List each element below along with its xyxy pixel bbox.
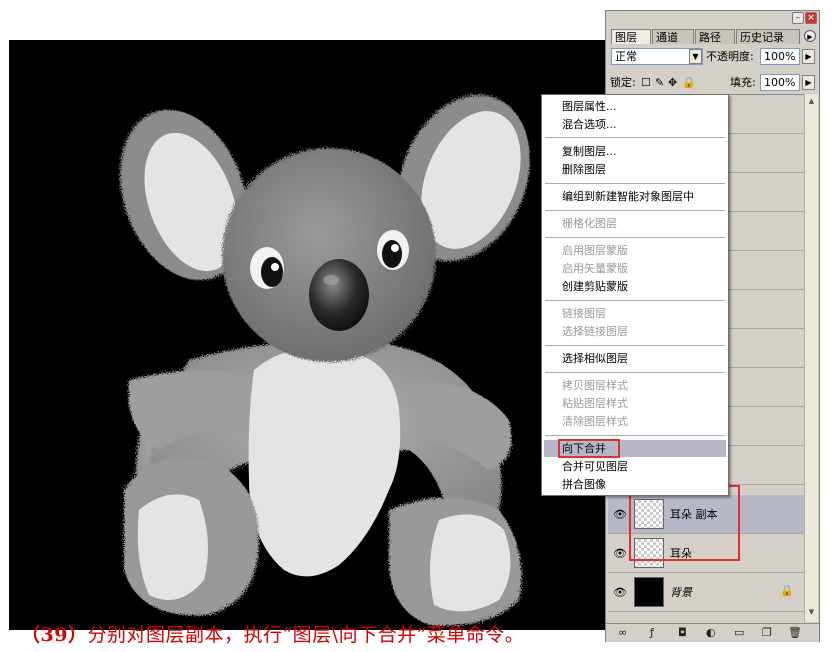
menu-item-duplicate-layer[interactable]: 复制图层... — [544, 143, 726, 160]
lock-all-icon[interactable]: 🔒 — [682, 74, 696, 91]
lock-row: 锁定: ☐ ✎ ✥ 🔒 填充: 100% ▶ — [606, 73, 819, 95]
menu-item-blending-options[interactable]: 混合选项... — [544, 116, 726, 133]
close-icon[interactable]: × — [805, 12, 817, 24]
fill-arrow-icon[interactable]: ▶ — [802, 75, 815, 90]
menu-item-paste-layer-style: 粘贴图层样式 — [562, 397, 628, 410]
menu-item-delete-layer[interactable]: 删除图层 — [544, 161, 726, 178]
koala-head — [222, 148, 436, 362]
delete-layer-icon[interactable]: 🗑 — [788, 626, 802, 639]
add-mask-icon[interactable]: ◘ — [678, 626, 687, 639]
menu-separator — [545, 435, 725, 436]
menu-separator — [545, 210, 725, 211]
new-group-icon[interactable]: ▭ — [734, 626, 744, 639]
visibility-eye-icon[interactable]: 👁 — [613, 547, 627, 560]
menu-separator — [545, 300, 725, 301]
tab-history[interactable]: 历史记录 — [736, 29, 800, 44]
menu-item-group-into-smart-object[interactable]: 编组到新建智能对象图层中 — [544, 188, 726, 205]
menu-item-flatten-image[interactable]: 拼合图像 — [544, 476, 726, 493]
minimize-icon[interactable]: – — [792, 12, 804, 24]
fill-label: 填充: — [730, 76, 756, 89]
blend-row: 正常 ▼ 不透明度: 100% ▶ — [606, 47, 819, 69]
layer-style-icon[interactable]: ƒ — [650, 626, 654, 639]
caption-step: （39） — [21, 624, 88, 646]
menu-separator — [545, 137, 725, 138]
koala-body — [124, 340, 522, 626]
menu-item-merge-visible[interactable]: 合并可见图层 — [544, 458, 726, 475]
layers-highlight-box — [629, 485, 740, 561]
lock-label: 锁定: — [610, 76, 636, 89]
menu-item-link-layers: 链接图层 — [562, 307, 606, 320]
panel-tabs: 图层 通道 路径 历史记录 ▶ — [608, 29, 819, 45]
layer-name: 背景 — [670, 586, 692, 599]
lock-move-icon[interactable]: ✥ — [668, 74, 677, 91]
opacity-arrow-icon[interactable]: ▶ — [802, 49, 815, 64]
layer-lock-icon: 🔒 — [780, 584, 794, 597]
menu-item-enable-layer-mask: 启用图层蒙版 — [562, 244, 628, 257]
tab-paths[interactable]: 路径 — [695, 29, 735, 44]
opacity-field[interactable]: 100% — [760, 48, 800, 65]
merge-down-highlight-box — [558, 439, 620, 458]
menu-separator — [545, 237, 725, 238]
fill-field[interactable]: 100% — [760, 74, 800, 91]
menu-item-create-clipping-mask[interactable]: 创建剪贴蒙版 — [544, 278, 726, 295]
menu-item-clear-layer-style: 清除图层样式 — [562, 415, 628, 428]
link-layers-icon[interactable]: ∞ — [618, 626, 627, 639]
panel-bottom-bar: ∞ ƒ ◘ ◐ ▭ ❐ 🗑 — [606, 623, 819, 642]
panel-titlebar[interactable]: – × — [606, 11, 819, 27]
menu-item-select-similar-layers[interactable]: 选择相似图层 — [544, 350, 726, 367]
tutorial-caption: （39）分别对图层副本，执行“图层\向下合并”菜单命令。 — [21, 620, 524, 647]
layers-scrollbar[interactable]: ▲ ▼ — [804, 94, 818, 622]
tab-layers[interactable]: 图层 — [611, 29, 651, 44]
chevron-down-icon[interactable]: ▼ — [689, 49, 702, 64]
menu-separator — [545, 183, 725, 184]
scroll-down-icon[interactable]: ▼ — [806, 607, 817, 618]
caption-text: 分别对图层副本，执行“图层\向下合并”菜单命令。 — [87, 624, 525, 646]
adjustment-layer-icon[interactable]: ◐ — [706, 626, 716, 639]
menu-separator — [545, 345, 725, 346]
layer-thumbnail — [634, 577, 664, 607]
lock-brush-icon[interactable]: ✎ — [655, 74, 664, 91]
menu-item-layer-properties[interactable]: 图层属性... — [544, 98, 726, 115]
tab-channels[interactable]: 通道 — [652, 29, 694, 44]
opacity-value: 100% — [764, 50, 796, 63]
layer-row-background[interactable]: 👁 背景 🔒 — [608, 573, 804, 612]
menu-item-select-linked-layers: 选择链接图层 — [562, 325, 628, 338]
opacity-label: 不透明度: — [706, 50, 754, 63]
lock-transparency-icon[interactable]: ☐ — [641, 74, 651, 91]
new-layer-icon[interactable]: ❐ — [762, 626, 772, 639]
visibility-eye-icon[interactable]: 👁 — [613, 508, 627, 521]
menu-separator — [545, 372, 725, 373]
panel-menu-arrow-icon[interactable]: ▶ — [804, 30, 816, 42]
menu-item-rasterize-layer: 栅格化图层 — [562, 217, 617, 230]
blend-mode-value: 正常 — [615, 50, 637, 63]
menu-item-copy-layer-style: 拷贝图层样式 — [562, 379, 628, 392]
fill-value: 100% — [764, 76, 796, 89]
layer-context-menu: 图层属性... 混合选项... 复制图层... 删除图层 编组到新建智能对象图层… — [541, 94, 729, 496]
visibility-eye-icon[interactable]: 👁 — [613, 586, 627, 599]
menu-item-enable-vector-mask: 启用矢量蒙版 — [562, 262, 628, 275]
scroll-up-icon[interactable]: ▲ — [806, 96, 817, 107]
